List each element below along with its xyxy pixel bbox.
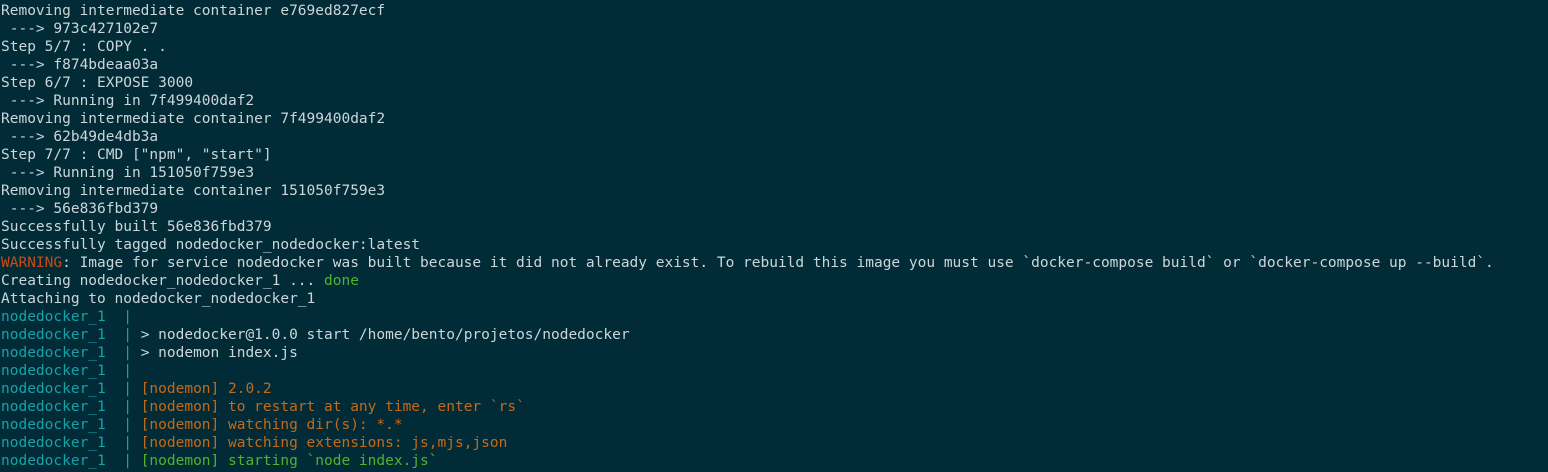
container-prefix: nodedocker_1 | xyxy=(1,363,141,379)
terminal-line: nodedocker_1 | [nodemon] watching dir(s)… xyxy=(1,416,1548,434)
line-text: ---> f874bdeaa03a xyxy=(1,57,159,73)
terminal-line: Creating nodedocker_nodedocker_1 ... don… xyxy=(1,272,1548,290)
warning-label: WARNING xyxy=(1,255,63,271)
line-text: Removing intermediate container e769ed82… xyxy=(1,3,386,19)
terminal-line: nodedocker_1 | [nodemon] watching extens… xyxy=(1,434,1548,452)
terminal-output[interactable]: Removing intermediate container e769ed82… xyxy=(0,0,1548,472)
line-text: [nodemon] starting `node index.js` xyxy=(140,453,438,469)
line-text: [nodemon] to restart at any time, enter … xyxy=(140,399,525,415)
terminal-line: nodedocker_1 | xyxy=(1,362,1548,380)
line-text: : Image for service nodedocker was built… xyxy=(62,255,1494,271)
line-text: ---> Running in 7f499400daf2 xyxy=(1,93,255,109)
line-text: [nodemon] watching extensions: js,mjs,js… xyxy=(140,435,508,451)
line-text: Removing intermediate container 7f499400… xyxy=(1,111,386,127)
line-text: Step 5/7 : COPY . . xyxy=(1,39,167,55)
terminal-line: Step 7/7 : CMD ["npm", "start"] xyxy=(1,146,1548,164)
line-text: ---> 56e836fbd379 xyxy=(1,201,159,217)
container-prefix: nodedocker_1 | xyxy=(1,381,141,397)
line-text: > nodemon index.js xyxy=(140,345,298,361)
terminal-line: nodedocker_1 | [nodemon] starting `node … xyxy=(1,452,1548,470)
terminal-line: nodedocker_1 | [nodemon] 2.0.2 xyxy=(1,380,1548,398)
terminal-line: Successfully tagged nodedocker_nodedocke… xyxy=(1,236,1548,254)
terminal-line: Removing intermediate container e769ed82… xyxy=(1,2,1548,20)
container-prefix: nodedocker_1 | xyxy=(1,417,141,433)
terminal-line: nodedocker_1 | xyxy=(1,308,1548,326)
terminal-line: ---> 56e836fbd379 xyxy=(1,200,1548,218)
container-prefix: nodedocker_1 | xyxy=(1,399,141,415)
terminal-line: Step 6/7 : EXPOSE 3000 xyxy=(1,74,1548,92)
terminal-line: Removing intermediate container 151050f7… xyxy=(1,182,1548,200)
line-text: > nodedocker@1.0.0 start /home/bento/pro… xyxy=(140,327,630,343)
line-text: Successfully tagged nodedocker_nodedocke… xyxy=(1,237,421,253)
terminal-line: Removing intermediate container 7f499400… xyxy=(1,110,1548,128)
container-prefix: nodedocker_1 | xyxy=(1,345,141,361)
terminal-line: ---> Running in 151050f759e3 xyxy=(1,164,1548,182)
line-text: Creating nodedocker_nodedocker_1 ... xyxy=(1,273,325,289)
container-prefix: nodedocker_1 | xyxy=(1,327,141,343)
terminal-line: Step 5/7 : COPY . . xyxy=(1,38,1548,56)
terminal-line: nodedocker_1 | > nodedocker@1.0.0 start … xyxy=(1,326,1548,344)
line-text: Successfully built 56e836fbd379 xyxy=(1,219,272,235)
terminal-line: WARNING: Image for service nodedocker wa… xyxy=(1,254,1548,272)
line-text: Attaching to nodedocker_nodedocker_1 xyxy=(1,291,316,307)
terminal-line: Attaching to nodedocker_nodedocker_1 xyxy=(1,290,1548,308)
container-prefix: nodedocker_1 | xyxy=(1,453,141,469)
terminal-line: Successfully built 56e836fbd379 xyxy=(1,218,1548,236)
line-text: Removing intermediate container 151050f7… xyxy=(1,183,386,199)
terminal-line: ---> f874bdeaa03a xyxy=(1,56,1548,74)
line-text: Step 6/7 : EXPOSE 3000 xyxy=(1,75,194,91)
terminal-line: ---> 62b49de4db3a xyxy=(1,128,1548,146)
line-text: ---> 973c427102e7 xyxy=(1,21,159,37)
container-prefix: nodedocker_1 | xyxy=(1,435,141,451)
terminal-line: ---> 973c427102e7 xyxy=(1,20,1548,38)
line-text: Step 7/7 : CMD ["npm", "start"] xyxy=(1,147,272,163)
terminal-line: nodedocker_1 | > nodemon index.js xyxy=(1,344,1548,362)
terminal-line: ---> Running in 7f499400daf2 xyxy=(1,92,1548,110)
line-text: [nodemon] 2.0.2 xyxy=(140,381,272,397)
terminal-line: nodedocker_1 | [nodemon] to restart at a… xyxy=(1,398,1548,416)
line-text: ---> 62b49de4db3a xyxy=(1,129,159,145)
line-text: [nodemon] watching dir(s): *.* xyxy=(140,417,403,433)
line-text: done xyxy=(324,273,359,289)
container-prefix: nodedocker_1 | xyxy=(1,309,141,325)
line-text: ---> Running in 151050f759e3 xyxy=(1,165,255,181)
